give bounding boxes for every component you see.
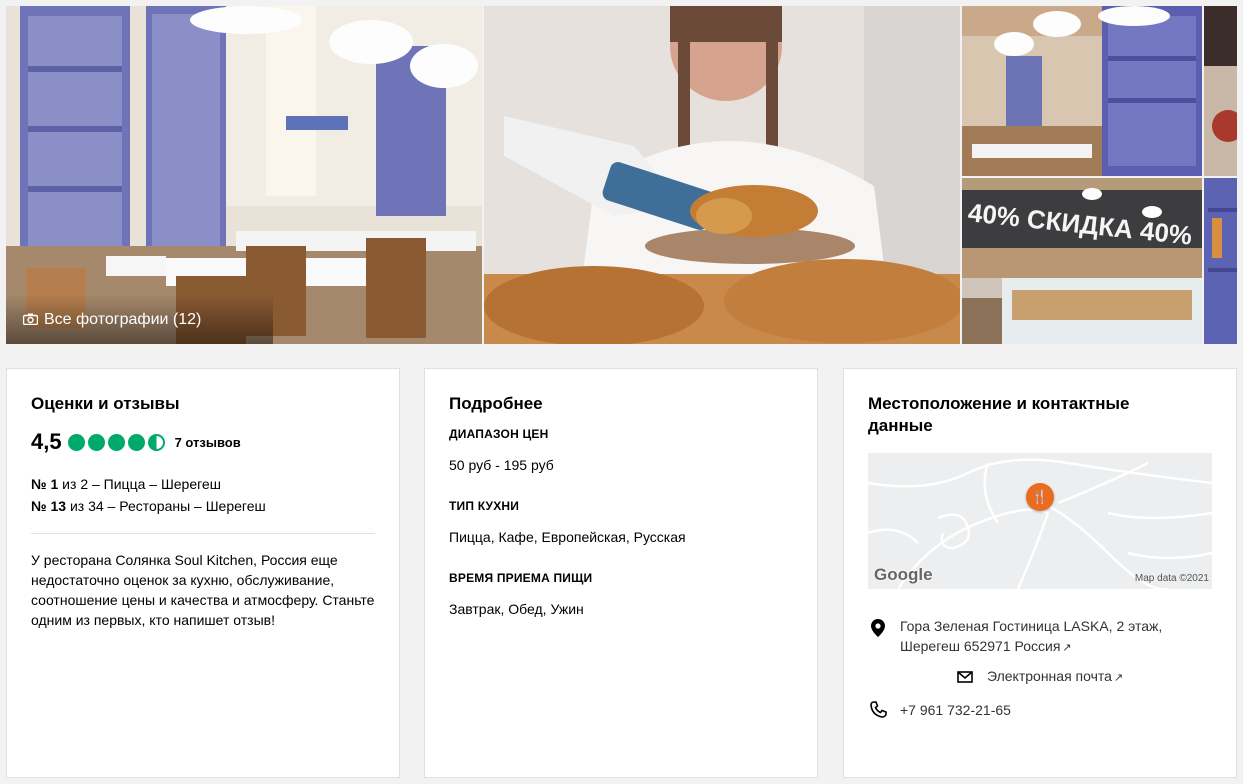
ratings-description: У ресторана Солянка Soul Kitchen, Россия… xyxy=(31,552,375,628)
phone-icon xyxy=(870,701,887,718)
rank2-number: № 13 xyxy=(31,498,67,514)
all-photos-button[interactable]: Все фотографии (12) xyxy=(6,294,273,344)
photo-side-1[interactable] xyxy=(1204,6,1237,176)
rank1-text: из 2 – Пицца – Шерегеш xyxy=(58,476,221,492)
rank1-number: № 1 xyxy=(31,476,59,492)
details-title: Подробнее xyxy=(449,394,543,413)
external-link-icon: ↗ xyxy=(1062,642,1072,654)
price-range-label: ДИАПАЗОН ЦЕН xyxy=(449,427,549,441)
ratings-title: Оценки и отзывы xyxy=(31,394,180,413)
details-card: Подробнее ДИАПАЗОН ЦЕН 50 руб - 195 руб … xyxy=(424,368,818,778)
camera-icon xyxy=(23,313,38,325)
price-range-value: 50 руб - 195 руб xyxy=(449,457,554,473)
rating-bubble-icon xyxy=(107,433,125,451)
meals-label: ВРЕМЯ ПРИЕМА ПИЩИ xyxy=(449,571,593,585)
review-count-link[interactable]: 7 отзывов xyxy=(175,435,241,450)
cuisine-label: ТИП КУХНИ xyxy=(449,499,520,513)
google-logo: Google xyxy=(874,565,933,584)
ratings-card: Оценки и отзывы 4,5 7 отзывов № 1 из 2 –… xyxy=(6,368,400,778)
meals-value: Завтрак, Обед, Ужин xyxy=(449,601,584,617)
rating-bubbles xyxy=(67,433,165,451)
location-pin-icon xyxy=(871,619,885,637)
ranking-pizza[interactable]: № 1 из 2 – Пицца – Шерегеш xyxy=(31,473,375,495)
address-line1: Гора Зеленая Гостиница LASKA, 2 этаж, xyxy=(900,618,1163,634)
rating-summary: 4,5 7 отзывов xyxy=(31,429,375,455)
email-label: Электронная почта xyxy=(987,668,1112,684)
map-credit: Map data ©2021 xyxy=(1134,573,1209,584)
email-link[interactable]: Электронная почта ↗ xyxy=(987,666,1123,688)
cuisine-value: Пицца, Кафе, Европейская, Русская xyxy=(449,529,686,545)
rank2-text: из 34 – Рестораны – Шерегеш xyxy=(66,498,266,514)
location-card: Местоположение и контактные данные 🍴 Goo… xyxy=(843,368,1237,778)
location-title: Местоположение и контактные данные xyxy=(868,394,1130,435)
photo-sale-counter[interactable]: 40% СКИДКА 40% xyxy=(962,178,1202,344)
map[interactable]: 🍴 Google Map data ©2021 xyxy=(868,453,1212,589)
mail-icon xyxy=(957,671,973,683)
photo-dining-hall[interactable] xyxy=(962,6,1202,176)
restaurant-pin-icon[interactable]: 🍴 xyxy=(1026,483,1054,511)
ranking-restaurants[interactable]: № 13 из 34 – Рестораны – Шерегеш xyxy=(31,495,375,517)
phone-number: +7 961 732-21-65 xyxy=(900,702,1011,718)
all-photos-label: Все фотографии (12) xyxy=(44,311,202,328)
rating-half-bubble-icon xyxy=(147,433,165,451)
divider xyxy=(31,533,375,534)
rating-bubble-icon xyxy=(87,433,105,451)
phone-link[interactable]: +7 961 732-21-65 xyxy=(900,700,1011,720)
rating-score: 4,5 xyxy=(31,429,62,454)
photo-side-2[interactable] xyxy=(1204,178,1237,344)
address-line2: Шерегеш 652971 Россия xyxy=(900,638,1061,654)
photo-croissant-serving[interactable] xyxy=(484,6,960,344)
rating-bubble-icon xyxy=(67,433,85,451)
rating-bubble-icon xyxy=(127,433,145,451)
external-link-icon: ↗ xyxy=(1113,672,1124,684)
address-link[interactable]: Гора Зеленая Гостиница LASKA, 2 этаж, Ше… xyxy=(900,616,1200,658)
